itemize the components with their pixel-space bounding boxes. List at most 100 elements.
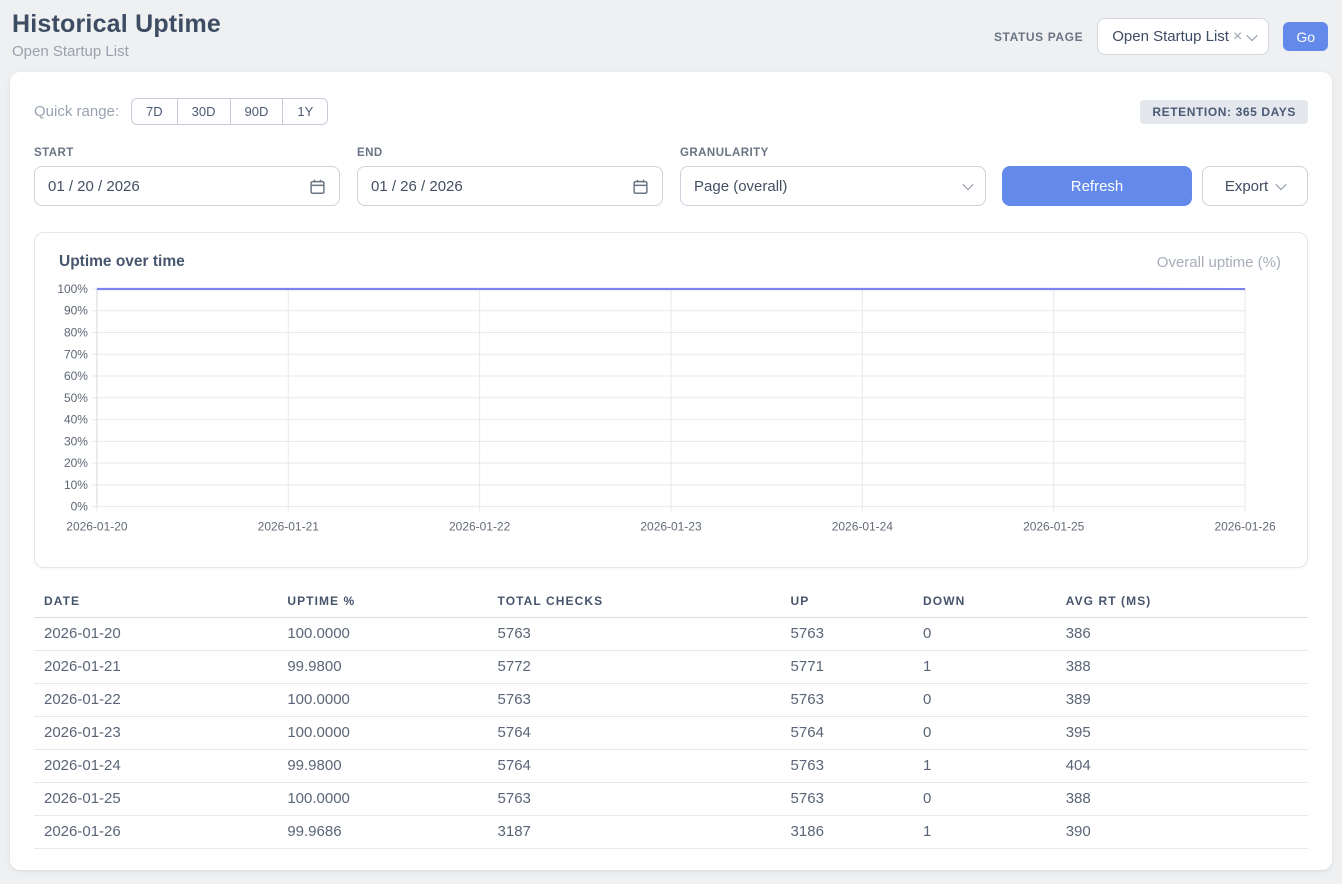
table-row: 2026-01-23100.0000576457640395 xyxy=(34,717,1308,750)
granularity-selected-value: Page (overall) xyxy=(694,178,964,195)
table-column-header: UP xyxy=(781,584,913,618)
svg-text:2026-01-23: 2026-01-23 xyxy=(640,520,702,534)
table-cell: 99.9800 xyxy=(277,651,487,684)
table-cell: 5763 xyxy=(781,618,913,651)
table-cell: 5763 xyxy=(781,750,913,783)
table-row: 2026-01-25100.0000576357630388 xyxy=(34,783,1308,816)
quick-range-label: Quick range: xyxy=(34,103,119,120)
table-column-header: UPTIME % xyxy=(277,584,487,618)
table-cell: 388 xyxy=(1056,651,1308,684)
table-cell: 2026-01-22 xyxy=(34,684,277,717)
clear-selection-icon[interactable]: × xyxy=(1233,29,1242,45)
table-cell: 0 xyxy=(913,783,1056,816)
table-cell: 99.9800 xyxy=(277,750,487,783)
status-page-select[interactable]: Open Startup List × xyxy=(1097,18,1269,55)
table-cell: 5764 xyxy=(781,717,913,750)
table-cell: 2026-01-20 xyxy=(34,618,277,651)
table-cell: 388 xyxy=(1056,783,1308,816)
svg-text:40%: 40% xyxy=(64,413,88,427)
export-button-label: Export xyxy=(1225,178,1268,195)
table-column-header: DATE xyxy=(34,584,277,618)
table-header-row: DATEUPTIME %TOTAL CHECKSUPDOWNAVG RT (MS… xyxy=(34,584,1308,618)
quick-range-button-30d[interactable]: 30D xyxy=(177,98,231,125)
quick-range-button-90d[interactable]: 90D xyxy=(230,98,284,125)
chevron-down-icon xyxy=(1247,29,1258,40)
chart-header: Uptime over time Overall uptime (%) xyxy=(51,253,1291,271)
start-date-input[interactable]: 01 / 20 / 2026 xyxy=(34,166,340,206)
table-cell: 0 xyxy=(913,618,1056,651)
historical-uptime-page: Historical Uptime Open Startup List STAT… xyxy=(0,0,1342,884)
table-cell: 389 xyxy=(1056,684,1308,717)
table-cell: 5763 xyxy=(488,684,781,717)
table-cell: 5764 xyxy=(488,717,781,750)
quick-range-button-1y[interactable]: 1Y xyxy=(282,98,328,125)
header-titles: Historical Uptime Open Startup List xyxy=(12,10,221,60)
svg-text:20%: 20% xyxy=(64,456,88,470)
svg-text:0%: 0% xyxy=(71,500,89,514)
table-row: 2026-01-20100.0000576357630386 xyxy=(34,618,1308,651)
main-card: Quick range: 7D30D90D1Y RETENTION: 365 D… xyxy=(10,72,1332,870)
table-row: 2026-01-22100.0000576357630389 xyxy=(34,684,1308,717)
header-controls: STATUS PAGE Open Startup List × Go xyxy=(994,18,1328,55)
svg-text:90%: 90% xyxy=(64,304,88,318)
status-page-selected-value: Open Startup List xyxy=(1112,28,1229,45)
table-cell: 2026-01-25 xyxy=(34,783,277,816)
svg-text:2026-01-22: 2026-01-22 xyxy=(449,520,511,534)
granularity-label: GRANULARITY xyxy=(680,147,986,159)
table-cell: 2026-01-26 xyxy=(34,816,277,849)
table-column-header: DOWN xyxy=(913,584,1056,618)
end-date-label: END xyxy=(357,147,663,159)
quick-range-button-7d[interactable]: 7D xyxy=(131,98,178,125)
table-cell: 404 xyxy=(1056,750,1308,783)
table-cell: 5763 xyxy=(781,783,913,816)
table-cell: 100.0000 xyxy=(277,684,487,717)
uptime-chart-card: Uptime over time Overall uptime (%) 0% 10… xyxy=(34,232,1308,568)
table-cell: 100.0000 xyxy=(277,783,487,816)
chevron-down-icon xyxy=(1276,179,1287,190)
svg-text:30%: 30% xyxy=(64,434,88,448)
table-cell: 0 xyxy=(913,684,1056,717)
svg-text:60%: 60% xyxy=(64,369,88,383)
export-button[interactable]: Export xyxy=(1202,166,1308,206)
quick-range-row: Quick range: 7D30D90D1Y RETENTION: 365 D… xyxy=(34,98,1308,125)
table-body: 2026-01-20100.00005763576303862026-01-21… xyxy=(34,618,1308,849)
quick-range-group: 7D30D90D1Y xyxy=(131,98,328,125)
table-cell: 3186 xyxy=(781,816,913,849)
refresh-button[interactable]: Refresh xyxy=(1002,166,1192,206)
table-cell: 2026-01-24 xyxy=(34,750,277,783)
svg-text:2026-01-25: 2026-01-25 xyxy=(1023,520,1085,534)
table-row: 2026-01-2499.9800576457631404 xyxy=(34,750,1308,783)
svg-text:70%: 70% xyxy=(64,347,88,361)
uptime-chart-svg: 0% 10% 20% 30% 40% 50% 60% 70% 80% 90% 100% 2026-01… xyxy=(51,279,1291,539)
table-row: 2026-01-2699.9686318731861390 xyxy=(34,816,1308,849)
go-button[interactable]: Go xyxy=(1283,22,1328,51)
table-cell: 1 xyxy=(913,750,1056,783)
table-column-header: AVG RT (MS) xyxy=(1056,584,1308,618)
svg-text:80%: 80% xyxy=(64,326,88,340)
page-header: Historical Uptime Open Startup List STAT… xyxy=(0,0,1342,64)
table-cell: 390 xyxy=(1056,816,1308,849)
table-row: 2026-01-2199.9800577257711388 xyxy=(34,651,1308,684)
chart-plot-area: 0% 10% 20% 30% 40% 50% 60% 70% 80% 90% 100% 2026-01… xyxy=(51,279,1291,544)
uptime-table: DATEUPTIME %TOTAL CHECKSUPDOWNAVG RT (MS… xyxy=(34,584,1308,849)
chart-legend: Overall uptime (%) xyxy=(1157,254,1281,271)
table-cell: 5771 xyxy=(781,651,913,684)
svg-text:100%: 100% xyxy=(57,282,88,296)
table-cell: 395 xyxy=(1056,717,1308,750)
start-date-field-group: START 01 / 20 / 2026 xyxy=(34,147,340,206)
granularity-select[interactable]: Page (overall) xyxy=(680,166,986,206)
calendar-icon[interactable] xyxy=(309,178,326,195)
retention-badge: RETENTION: 365 DAYS xyxy=(1140,100,1308,124)
granularity-field-group: GRANULARITY Page (overall) xyxy=(680,147,986,206)
table-cell: 2026-01-23 xyxy=(34,717,277,750)
svg-text:2026-01-26: 2026-01-26 xyxy=(1214,520,1276,534)
calendar-icon[interactable] xyxy=(632,178,649,195)
table-cell: 1 xyxy=(913,651,1056,684)
svg-text:50%: 50% xyxy=(64,391,88,405)
filters-row: START 01 / 20 / 2026 END 01 / 26 / 2026 xyxy=(34,147,1308,206)
svg-text:2026-01-24: 2026-01-24 xyxy=(832,520,894,534)
end-date-input[interactable]: 01 / 26 / 2026 xyxy=(357,166,663,206)
table-cell: 100.0000 xyxy=(277,717,487,750)
table-cell: 0 xyxy=(913,717,1056,750)
svg-text:10%: 10% xyxy=(64,478,88,492)
